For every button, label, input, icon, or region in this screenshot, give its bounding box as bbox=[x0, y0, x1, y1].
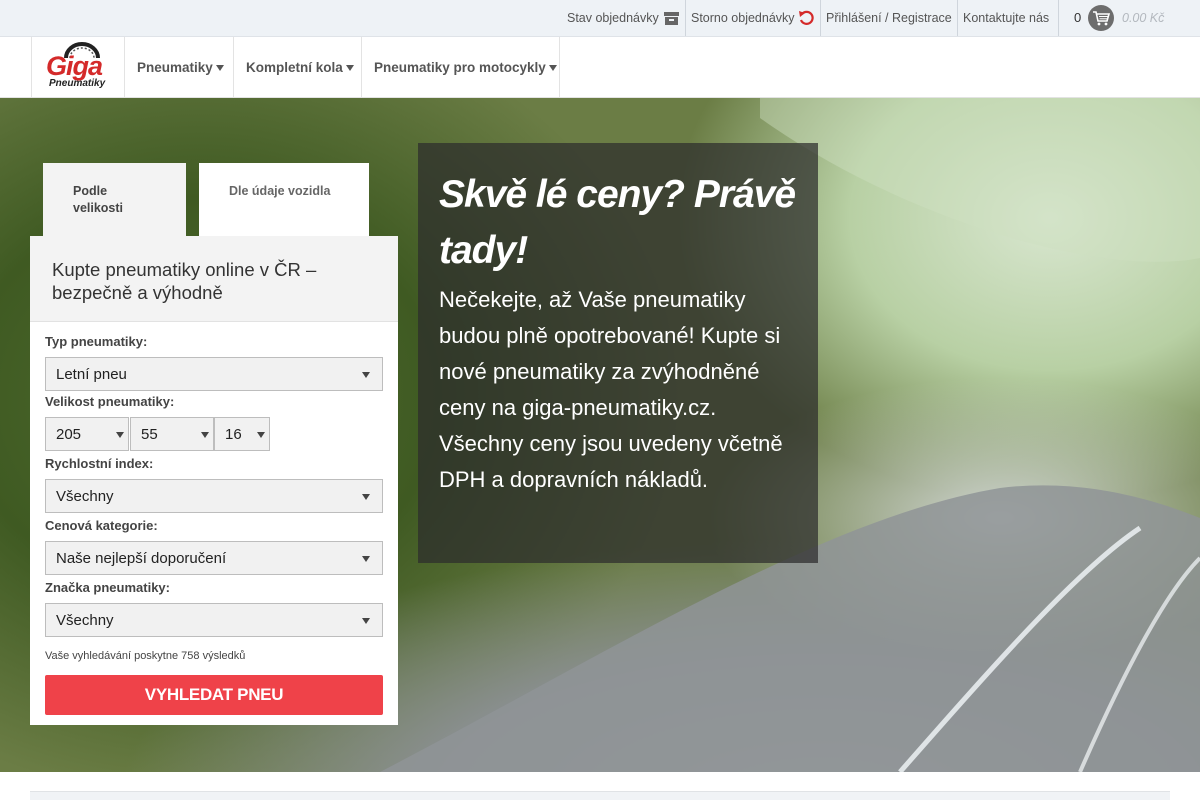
logo-subtitle: Pneumatiky bbox=[49, 78, 106, 89]
caret-down-icon bbox=[345, 65, 354, 71]
divider bbox=[1058, 0, 1059, 36]
divider bbox=[685, 0, 686, 36]
tire-profile-select[interactable]: 55 bbox=[130, 417, 214, 451]
tab-by-size[interactable]: Podle velikosti bbox=[43, 163, 186, 237]
nav-item-label: Pneumatiky bbox=[137, 59, 213, 75]
select-value: 16 bbox=[225, 425, 242, 443]
select-value: Všechny bbox=[56, 611, 114, 629]
archive-box-icon bbox=[663, 11, 679, 25]
tire-size-label: Velikost pneumatiky: bbox=[45, 394, 175, 409]
speed-index-label: Rychlostní index: bbox=[45, 456, 154, 471]
nav-item-kompletni-kola[interactable]: Kompletní kola bbox=[233, 37, 361, 97]
tire-brand-label: Značka pneumatiky: bbox=[45, 580, 170, 595]
tab-by-vehicle[interactable]: Dle údaje vozidla bbox=[199, 163, 369, 237]
dropdown-arrow-icon bbox=[362, 618, 370, 624]
nav-item-label: Kompletní kola bbox=[246, 59, 343, 75]
dropdown-arrow-icon bbox=[362, 372, 370, 378]
login-register-link[interactable]: Přihlášení / Registrace bbox=[826, 0, 952, 36]
dropdown-arrow-icon bbox=[362, 494, 370, 500]
select-value: 55 bbox=[141, 425, 158, 443]
tire-type-select[interactable]: Letní pneu bbox=[45, 357, 383, 391]
nav-item-label: Pneumatiky pro motocykly bbox=[374, 59, 546, 75]
cart-button[interactable] bbox=[1088, 5, 1114, 31]
promo-title: Skvě lé ceny? Právě tady! bbox=[439, 173, 796, 272]
search-heading: Kupte pneumatiky online v ČR – bezpečně … bbox=[30, 236, 398, 322]
dropdown-arrow-icon bbox=[257, 432, 265, 438]
dropdown-arrow-icon bbox=[116, 432, 124, 438]
caret-down-icon bbox=[215, 65, 224, 71]
tire-type-label: Typ pneumatiky: bbox=[45, 334, 148, 349]
order-cancel-link[interactable]: Storno objednávky bbox=[691, 0, 814, 36]
select-value: Letní pneu bbox=[56, 365, 127, 383]
dropdown-arrow-icon bbox=[362, 556, 370, 562]
dropdown-arrow-icon bbox=[201, 432, 209, 438]
select-value: 205 bbox=[56, 425, 82, 443]
nav-item-motocykly[interactable]: Pneumatiky pro motocykly bbox=[361, 37, 560, 97]
speed-index-select[interactable]: Všechny bbox=[45, 479, 383, 513]
contact-link[interactable]: Kontaktujte nás bbox=[963, 0, 1049, 36]
select-value: Všechny bbox=[56, 487, 114, 505]
search-tires-button[interactable]: VYHLEDAT PNEU bbox=[45, 675, 383, 715]
order-cancel-label: Storno objednávky bbox=[691, 11, 795, 25]
order-status-link[interactable]: Stav objednávky bbox=[567, 0, 679, 36]
giga-pneumatiky-logo[interactable]: Giga Pneumatiky bbox=[31, 37, 124, 97]
promo-text: Nečekejte, až Vaše pneumatiky budou plně… bbox=[439, 287, 783, 492]
result-count-note: Vaše vyhledávání poskytne 758 výsledků bbox=[45, 650, 246, 662]
price-category-select[interactable]: Naše nejlepší doporučení bbox=[45, 541, 383, 575]
main-navigation: Giga Pneumatiky Pneumatiky Kompletní kol… bbox=[0, 37, 1200, 98]
caret-down-icon bbox=[548, 65, 557, 71]
divider bbox=[957, 0, 958, 36]
shopping-cart-icon bbox=[1093, 11, 1110, 26]
tire-width-select[interactable]: 205 bbox=[45, 417, 129, 451]
cart-total: 0.00 Kč bbox=[1122, 11, 1165, 25]
order-status-label: Stav objednávky bbox=[567, 11, 659, 25]
select-value: Naše nejlepší doporučení bbox=[56, 549, 227, 567]
top-utility-bar: Stav objednávky Storno objednávky Přihlá… bbox=[0, 0, 1200, 37]
tire-brand-select[interactable]: Všechny bbox=[45, 603, 383, 637]
nav-item-pneumatiky[interactable]: Pneumatiky bbox=[124, 37, 233, 97]
divider bbox=[820, 0, 821, 36]
cart-count: 0 bbox=[1074, 10, 1082, 25]
tire-rim-select[interactable]: 16 bbox=[214, 417, 270, 451]
promo-box: Skvě lé ceny? Právě tady! Nečekejte, až … bbox=[418, 143, 818, 563]
content-section-edge bbox=[30, 791, 1170, 800]
price-category-label: Cenová kategorie: bbox=[45, 518, 158, 533]
undo-icon bbox=[798, 10, 814, 25]
tire-search-panel: Kupte pneumatiky online v ČR – bezpečně … bbox=[30, 236, 398, 725]
